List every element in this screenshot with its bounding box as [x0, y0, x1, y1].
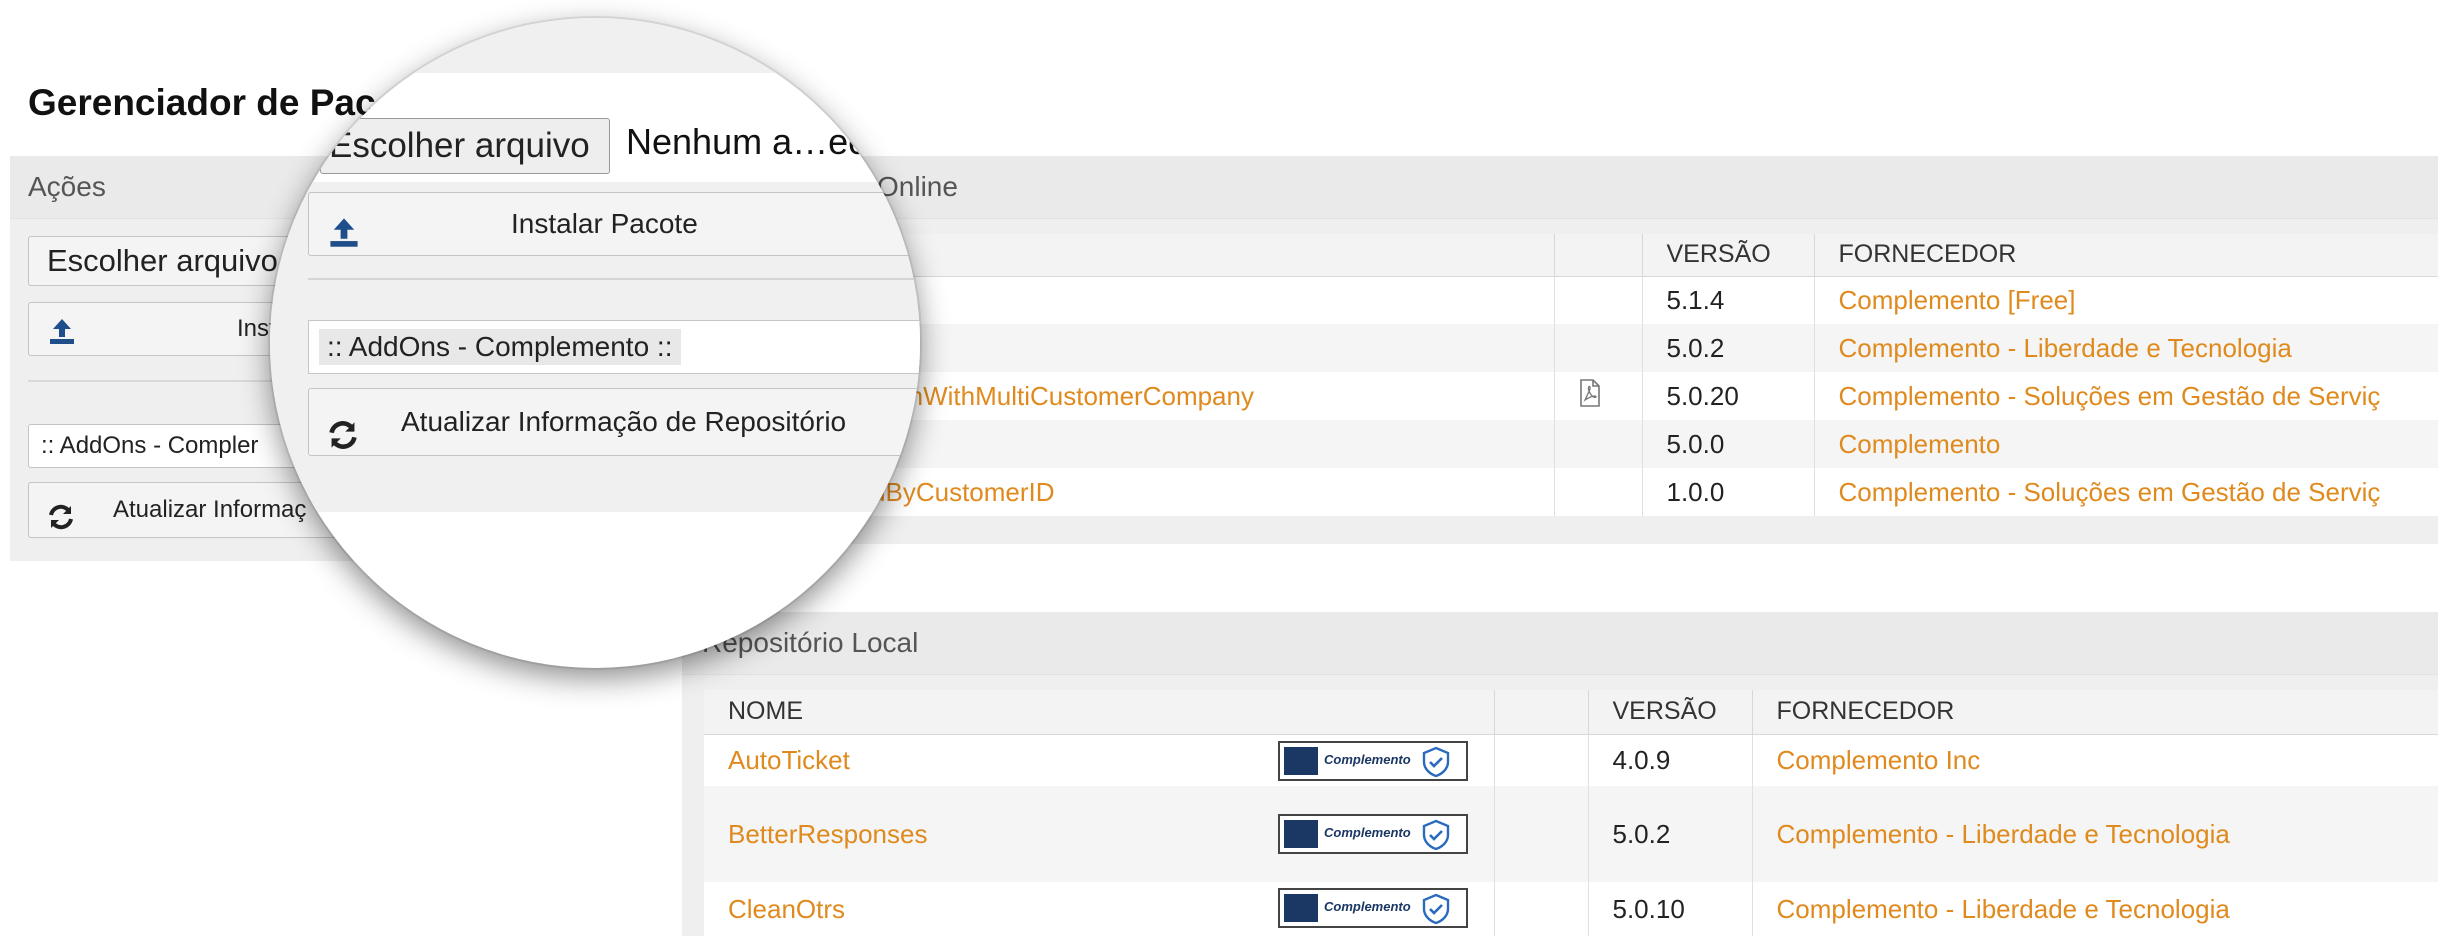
repository-select-value: :: AddOns - Complemento :: — [319, 329, 681, 365]
vendor-link[interactable]: Complemento — [1839, 429, 2001, 459]
vendor-link[interactable]: Complemento Inc — [1777, 745, 1981, 775]
badge-text: Complemento — [1324, 825, 1411, 840]
vendor-link[interactable]: Complemento [Free] — [1839, 285, 2076, 315]
repository-select-zoomed[interactable]: :: AddOns - Complemento :: — [308, 320, 920, 374]
refresh-repository-button-zoomed[interactable]: Atualizar Informação de Repositório — [308, 388, 920, 456]
column-version-header[interactable]: VERSÃO — [1588, 690, 1753, 735]
table-row: 5.1.4 Complemento [Free] — [704, 276, 2438, 324]
extra-cell — [1494, 786, 1589, 882]
package-link[interactable]: CleanOtrs — [728, 894, 845, 924]
vendor-link[interactable]: Complemento - Liberdade e Tecnologia — [1777, 894, 2230, 924]
shield-check-icon — [1420, 893, 1452, 932]
version-cell: 5.0.2 — [1642, 324, 1815, 372]
table-row: SubscriptionPlanWithMultiCustomerCompany… — [704, 372, 2438, 420]
local-repository-header: Repositório Local — [682, 612, 2438, 675]
complemento-badge: Complemento — [1278, 814, 1468, 854]
column-vendor-header[interactable]: FORNECEDOR — [1814, 234, 2438, 277]
table-row: rviewFilters 5.0.0 Complemento — [704, 420, 2438, 468]
vendor-link[interactable]: Complemento - Soluções em Gestão de Serv… — [1839, 381, 2381, 411]
shield-check-icon — [1420, 819, 1452, 858]
install-package-label: Instalar Pacote — [511, 208, 698, 239]
upload-icon — [47, 313, 77, 365]
divider — [308, 278, 920, 280]
package-link[interactable]: BetterResponses — [728, 819, 927, 849]
vendor-link[interactable]: Complemento - Soluções em Gestão de Serv… — [1839, 477, 2381, 507]
vendor-link[interactable]: Complemento - Liberdade e Tecnologia — [1839, 333, 2292, 363]
column-doc-header — [1554, 234, 1643, 277]
version-cell: 5.0.10 — [1588, 882, 1753, 936]
file-status-text: Nenhum a…ec — [626, 121, 867, 162]
column-extra-header — [1494, 690, 1589, 735]
table-row: CleanOtrs Complemento 5.0.10 Complemento… — [704, 882, 2438, 936]
table-row: DynamicFieldByCustomerID 1.0.0 Complemen… — [704, 468, 2438, 516]
pdf-icon[interactable] — [1579, 378, 1601, 414]
refresh-icon — [47, 497, 75, 551]
version-cell: 4.0.9 — [1588, 734, 1753, 786]
column-name-header[interactable]: NOME — [704, 690, 1495, 735]
online-repository-header: Online — [682, 156, 2438, 219]
refresh-repository-label: Atualizar Informação de Repositório — [401, 406, 847, 437]
column-vendor-header[interactable]: FORNECEDOR — [1752, 690, 2438, 735]
version-cell: 5.1.4 — [1642, 276, 1815, 324]
magnifier-overlay: Escolher arquivo Nenhum a…ec Instalar Pa… — [270, 18, 920, 668]
version-cell: 5.0.0 — [1642, 420, 1815, 468]
table-row: meCalculation 5.0.2 Complemento - Liberd… — [704, 324, 2438, 372]
version-cell: 5.0.20 — [1642, 372, 1815, 420]
package-link[interactable]: AutoTicket — [728, 745, 850, 775]
magnifier-top-bar — [270, 18, 920, 73]
table-row: BetterResponses Complemento 5.0.2 Comple… — [704, 786, 2438, 882]
refresh-icon — [327, 409, 359, 475]
version-cell: 5.0.2 — [1588, 786, 1753, 882]
doc-cell — [1554, 324, 1643, 372]
version-cell: 1.0.0 — [1642, 468, 1815, 516]
online-packages-table: VERSÃO FORNECEDOR 5.1.4 Complemento [Fre… — [704, 234, 2438, 516]
extra-cell — [1494, 882, 1589, 936]
complemento-badge: Complemento — [1278, 888, 1468, 928]
badge-text: Complemento — [1324, 751, 1411, 767]
vendor-link[interactable]: Complemento - Liberdade e Tecnologia — [1777, 819, 2230, 849]
upload-icon — [327, 209, 361, 271]
column-version-header[interactable]: VERSÃO — [1642, 234, 1815, 277]
doc-cell — [1554, 468, 1643, 516]
badge-text: Complemento — [1324, 899, 1411, 914]
doc-cell — [1554, 420, 1643, 468]
complemento-badge: Complemento — [1278, 740, 1468, 781]
doc-cell — [1554, 276, 1643, 324]
extra-cell — [1494, 734, 1589, 786]
table-row: AutoTicket Complemento 4.0.9 Complemento… — [704, 734, 2438, 786]
doc-cell — [1554, 372, 1643, 420]
local-packages-table: NOME VERSÃO FORNECEDOR AutoTicket Comple… — [704, 690, 2438, 936]
choose-file-button-zoomed[interactable]: Escolher arquivo — [320, 118, 610, 174]
shield-check-icon — [1420, 746, 1452, 785]
install-package-button-zoomed[interactable]: Instalar Pacote — [308, 192, 920, 256]
